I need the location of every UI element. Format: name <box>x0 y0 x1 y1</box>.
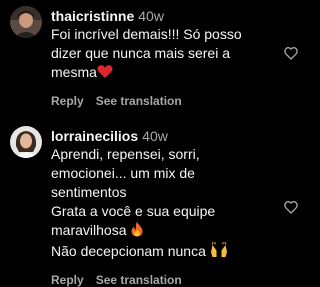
avatar[interactable] <box>10 6 42 38</box>
comment-time: 40w <box>138 8 164 24</box>
comment-line: Não decepcionam nunca <box>51 243 206 259</box>
comment-line: Foi incrível demais!!! Só posso <box>51 26 242 42</box>
username[interactable]: lorrainecilios <box>51 128 138 144</box>
reply-button[interactable]: Reply <box>51 94 84 108</box>
comment-text: Foi incrível demais!!! Só posso dizer qu… <box>51 25 273 84</box>
comment-2: lorrainecilios 40w Aprendi, repensei, sor… <box>0 118 309 287</box>
like-heart-icon[interactable] <box>283 199 299 215</box>
comment-line: dizer que nunca mais serei a <box>51 45 230 61</box>
comment-text: Aprendi, repensei, sorri, emocionei... u… <box>51 145 273 263</box>
comment-line: sentimentos <box>51 184 127 200</box>
see-translation-button[interactable]: See translation <box>96 94 182 108</box>
comment-line: maravilhosa <box>51 222 127 238</box>
raised-hands-emoji <box>210 242 228 263</box>
comment-line: mesma <box>51 64 97 80</box>
comment-line: Grata a você e sua equipe <box>51 203 216 219</box>
comment-1: thaicristinne 40w Foi incrível demais!!! … <box>0 0 309 110</box>
like-heart-icon[interactable] <box>283 45 299 61</box>
red-heart-emoji <box>97 64 113 84</box>
username[interactable]: thaicristinne <box>51 8 134 24</box>
fire-emoji <box>130 221 144 242</box>
comment-line: Aprendi, repensei, sorri, <box>51 146 200 162</box>
comment-time: 40w <box>142 128 168 144</box>
avatar[interactable] <box>10 126 42 158</box>
comment-line: emocionei... um mix de <box>51 165 195 181</box>
